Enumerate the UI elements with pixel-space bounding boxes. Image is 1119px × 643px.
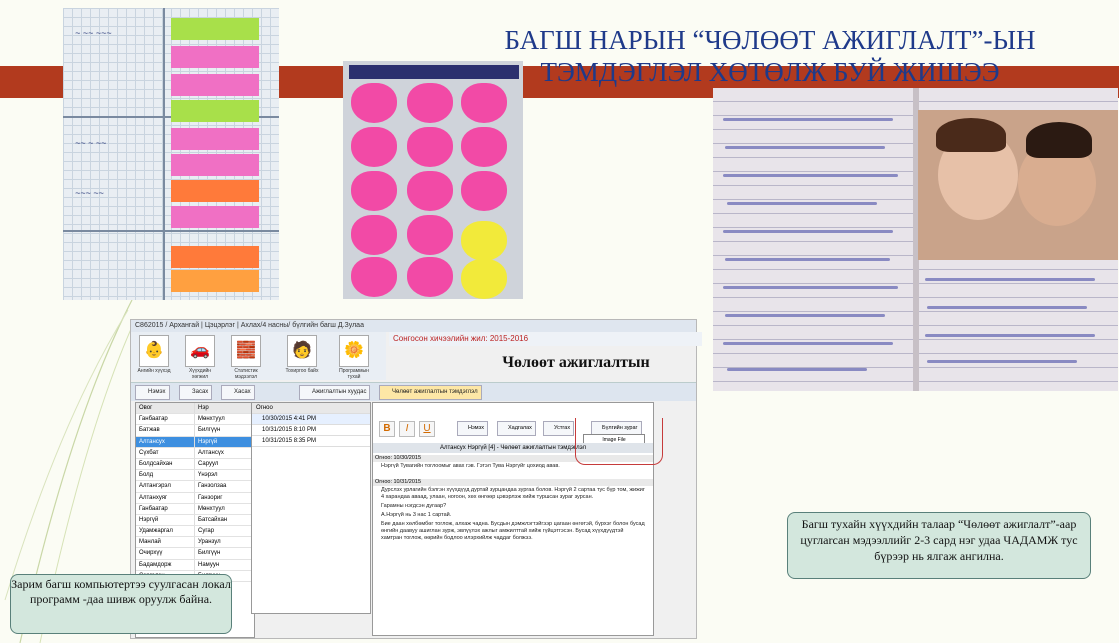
cell-surname: Удамжаргал xyxy=(139,528,173,535)
cell-surname: Ганбаатар xyxy=(139,505,168,512)
note-text[interactable]: Дурслэх урлагийн бэлгэн хүүхдүүд дуртай … xyxy=(373,486,653,502)
photo-diary-with-kids xyxy=(713,88,1118,391)
delete-button[interactable]: Хасах xyxy=(221,385,255,400)
toolbar: Нэмэх Засах Хасах Ажиглалтын хуудас Чөлө… xyxy=(131,382,696,401)
date-row[interactable]: 10/31/2015 8:10 PM xyxy=(252,425,370,436)
italic-button[interactable]: I xyxy=(399,421,415,437)
cell-name: Уранзул xyxy=(194,537,253,548)
highlight-curve xyxy=(575,418,663,465)
cell-name: Сугар xyxy=(194,526,253,537)
kids-photo xyxy=(918,110,1118,260)
bold-button[interactable]: B xyxy=(379,421,395,437)
table-row[interactable]: Алтансух Нэргүй xyxy=(136,436,254,448)
ribbon-about-button[interactable]: 🌼 Программын тухай xyxy=(335,334,373,380)
slide-title-line1: БАГШ НАРЫН “ЧӨЛӨӨТ АЖИГЛАЛТ”-ЫН xyxy=(504,25,1036,55)
note-question: Гарамны нэгдсэн дугаар? xyxy=(381,503,447,509)
cell-surname: Алтанхуяг xyxy=(139,494,168,501)
underline-button[interactable]: U xyxy=(419,421,435,437)
editor-new-button[interactable]: Нэмэх xyxy=(457,421,489,436)
cell-surname: Очирхүү xyxy=(139,550,163,557)
photo-notebook-sticky-notes: ~ ~~ ~~~ ~~ ~ ~~ ~~~ ~~ xyxy=(63,8,279,300)
editor-delete-button[interactable]: Устгах xyxy=(543,421,575,436)
cell-surname: Батжав xyxy=(139,427,160,434)
table-row[interactable]: Болд Үнэрэл xyxy=(136,470,254,482)
table-row[interactable]: Сүхбат Алтансүх xyxy=(136,447,254,459)
date-row[interactable]: 10/31/2015 8:35 PM xyxy=(252,436,370,447)
cell-surname: Болд xyxy=(139,472,154,479)
dates-list: Огноо 10/30/2015 4:41 PM 10/31/2015 8:10… xyxy=(251,402,371,614)
cell-name: Үнэрэл xyxy=(194,470,253,481)
date-row[interactable]: 10/30/2015 4:41 PM xyxy=(252,414,370,425)
note-date-label: Огноо: 10/31/2015 xyxy=(373,479,653,486)
cell-name: Батсайхан xyxy=(194,514,253,526)
edit-button[interactable]: Засах xyxy=(179,385,213,400)
table-row[interactable]: Удамжаргал Сугар xyxy=(136,526,254,538)
col-surname: Овог xyxy=(139,405,153,411)
editor-save-button[interactable]: Хадгалах xyxy=(497,421,536,436)
cell-name: Нэргүй xyxy=(194,436,253,447)
caption-left: Зарим багш компьютертээ суулгасан локал … xyxy=(10,574,232,634)
dates-header: Огноо xyxy=(252,403,370,414)
table-row[interactable]: Алтангэрэл Ганзолзаа xyxy=(136,481,254,493)
cell-name: Саруул xyxy=(194,458,253,470)
ribbon: 👶 Ангийн хүүхэд 🚗 Хүүхдийн хөгжил 🧱 Статист… xyxy=(131,332,386,380)
table-row[interactable]: Алтанхуяг Ганзориг xyxy=(136,492,254,504)
blocks-icon: 🧱 xyxy=(231,335,261,367)
window-title: С862015 / Архангай | Цэцэрлэг | Ахлах/4 … xyxy=(131,320,696,332)
cell-surname: Ганбаатар xyxy=(139,416,168,423)
child-icon: 👶 xyxy=(139,335,169,367)
note-body[interactable]: Бие даан хөлбөмбөг тоглож, алхаж чадна. … xyxy=(373,520,653,543)
flower-icon: 🌼 xyxy=(339,335,369,367)
tab-observation-sheet[interactable]: Ажиглалтын хуудас xyxy=(299,385,371,400)
cell-surname: Алтангэрэл xyxy=(139,483,171,490)
school-year: Сонгосон хичээлийн жил: 2015-2016 xyxy=(389,332,702,346)
cell-surname: Нэргүй xyxy=(139,516,159,523)
cell-surname: Болдсайхан xyxy=(139,460,173,467)
col-name: Нэр xyxy=(194,403,253,414)
ribbon-children-button[interactable]: 👶 Ангийн хүүхэд xyxy=(135,334,173,378)
tab-free-observation-notes[interactable]: Чөлөөт ажиглалтын тэмдэглэл xyxy=(379,385,482,400)
cell-name: Билгүүн xyxy=(194,425,253,436)
cell-surname: Манлай xyxy=(139,539,161,546)
cell-name: Мөнхтуул xyxy=(194,503,253,514)
note-entry: Огноо: 10/31/2015 Дурслэх урлагийн бэлгэ… xyxy=(373,479,653,543)
new-button[interactable]: Нэмэх xyxy=(135,385,170,400)
cell-name: Билгүүн xyxy=(194,548,253,559)
ribbon-development-button[interactable]: 🚗 Хүүхдийн хөгжил xyxy=(181,334,219,380)
app-big-title-line1: Чөлөөт ажиглалтын xyxy=(502,354,650,371)
cell-name: Ганзориг xyxy=(194,492,253,503)
grid-header: Овог Нэр xyxy=(136,403,254,415)
ribbon-statistics-button[interactable]: 🧱 Статистик мэдээлэл xyxy=(227,334,265,380)
table-row[interactable]: Манлай Уранзул xyxy=(136,537,254,549)
table-row[interactable]: Бадамдорж Намуун xyxy=(136,559,254,571)
cell-surname: Сүхбат xyxy=(139,449,159,456)
photo-apple-notes-board xyxy=(343,61,523,299)
table-row[interactable]: Болдсайхан Саруул xyxy=(136,458,254,471)
table-row[interactable]: Нэргүй Батсайхан xyxy=(136,514,254,527)
teacher-icon: 🧑 xyxy=(287,335,317,367)
cell-name: Мөнхтуул xyxy=(194,414,253,425)
cell-name: Намуун xyxy=(194,559,253,570)
cell-surname: Алтансух xyxy=(139,438,165,445)
table-row[interactable]: Ганбаатар Мөнхтуул xyxy=(136,503,254,515)
cell-name: Ганзолзаа xyxy=(194,481,253,492)
table-row[interactable]: Батжав Билгүүн xyxy=(136,425,254,437)
cell-surname: Бадамдорж xyxy=(139,561,172,568)
caption-right: Багш тухайн хүүхдийн талаар “Чөлөөт ажиг… xyxy=(787,512,1091,579)
table-row[interactable]: Очирхүү Билгүүн xyxy=(136,548,254,560)
slide-title: БАГШ НАРЫН “ЧӨЛӨӨТ АЖИГЛАЛТ”-ЫН ТЭМДЭГЛЭ… xyxy=(480,24,1060,88)
note-subtitle: А.Нэргүй нь 3 нас 1 сартай. xyxy=(381,512,452,518)
table-row[interactable]: Ганбаатар Мөнхтуул xyxy=(136,414,254,426)
toy-car-icon: 🚗 xyxy=(185,335,215,367)
ribbon-settings-button[interactable]: 🧑 Тохиргоо байх xyxy=(283,334,321,378)
cell-name: Алтансүх xyxy=(194,447,253,458)
slide-title-line2: ТЭМДЭГЛЭЛ ХӨТӨЛЖ БУЙ ЖИШЭЭ xyxy=(540,57,1000,87)
